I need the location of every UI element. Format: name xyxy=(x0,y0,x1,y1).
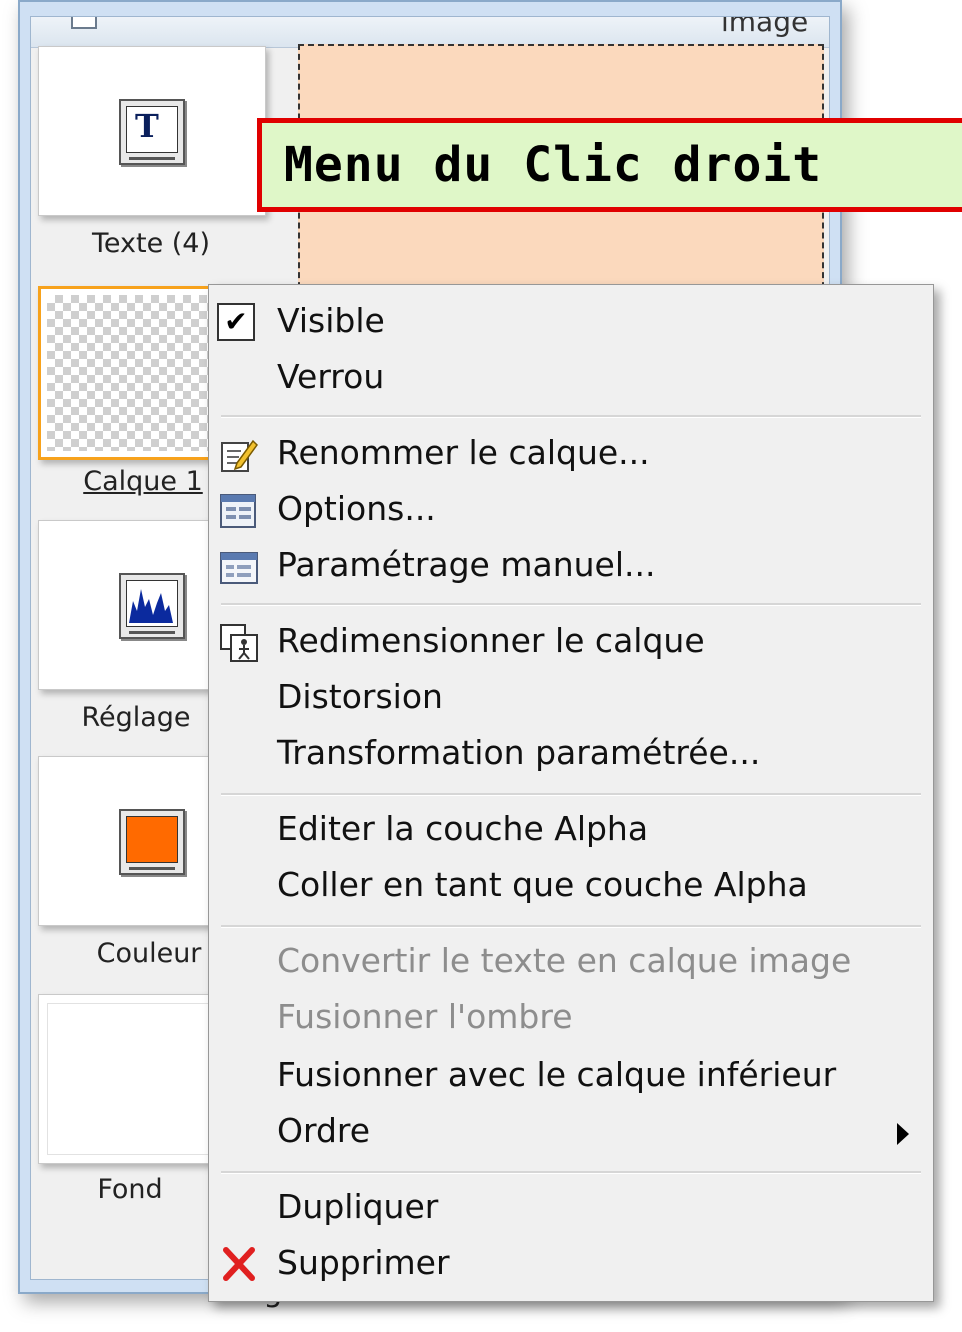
menu-item-options[interactable]: Options... xyxy=(209,481,933,537)
menu-item-verrou[interactable]: Verrou xyxy=(209,349,933,405)
panel-icon xyxy=(71,17,97,29)
callout-text: Menu du Clic droit xyxy=(284,137,823,193)
rename-icon xyxy=(221,439,258,472)
options-icon xyxy=(220,494,256,528)
context-menu: ✔ Visible Verrou Renommer le calque... O… xyxy=(208,284,934,1302)
text-layer-icon: T xyxy=(119,99,185,165)
layer-label-reglage[interactable]: Réglage xyxy=(36,702,236,733)
delete-icon xyxy=(223,1247,255,1281)
menu-separator xyxy=(221,925,921,928)
menu-item-renommer[interactable]: Renommer le calque... xyxy=(209,425,933,481)
menu-item-dupliquer[interactable]: Dupliquer xyxy=(209,1179,933,1235)
layer-label-texte[interactable]: Texte (4) xyxy=(38,228,264,259)
menu-item-visible[interactable]: ✔ Visible xyxy=(209,293,933,349)
menu-separator xyxy=(221,603,921,606)
menu-item-fusionner-ombre: Fusionner l'ombre xyxy=(277,997,573,1036)
color-layer-icon xyxy=(119,809,185,875)
annotation-callout: Menu du Clic droit xyxy=(257,118,962,212)
manual-settings-icon xyxy=(220,552,258,584)
menu-item-coller-alpha[interactable]: Coller en tant que couche Alpha xyxy=(209,857,933,913)
menu-separator xyxy=(221,793,921,796)
menu-item-distorsion[interactable]: Distorsion xyxy=(209,669,933,725)
menu-item-fusionner-inferieur[interactable]: Fusionner avec le calque inférieur xyxy=(209,1047,933,1103)
window-title: image xyxy=(721,17,809,38)
histogram-adjustment-icon xyxy=(119,573,185,639)
menu-separator xyxy=(221,1171,921,1174)
layer-label-fond[interactable]: Fond xyxy=(30,1174,230,1205)
menu-item-ordre[interactable]: Ordre xyxy=(209,1103,933,1159)
menu-item-editer-alpha[interactable]: Editer la couche Alpha xyxy=(209,801,933,857)
menu-item-redimensionner[interactable]: Redimensionner le calque xyxy=(209,613,933,669)
resize-icon xyxy=(220,624,258,662)
menu-separator xyxy=(221,415,921,418)
submenu-arrow-icon xyxy=(897,1123,909,1145)
menu-item-parametrage-manuel[interactable]: Paramétrage manuel... xyxy=(209,537,933,593)
check-icon: ✔ xyxy=(217,303,255,341)
menu-item-transformation[interactable]: Transformation paramétrée... xyxy=(209,725,933,781)
layer-thumb-texte[interactable]: T xyxy=(38,46,266,216)
menu-item-supprimer[interactable]: Supprimer xyxy=(209,1235,933,1291)
menu-item-convertir-texte: Convertir le texte en calque image xyxy=(277,941,852,980)
